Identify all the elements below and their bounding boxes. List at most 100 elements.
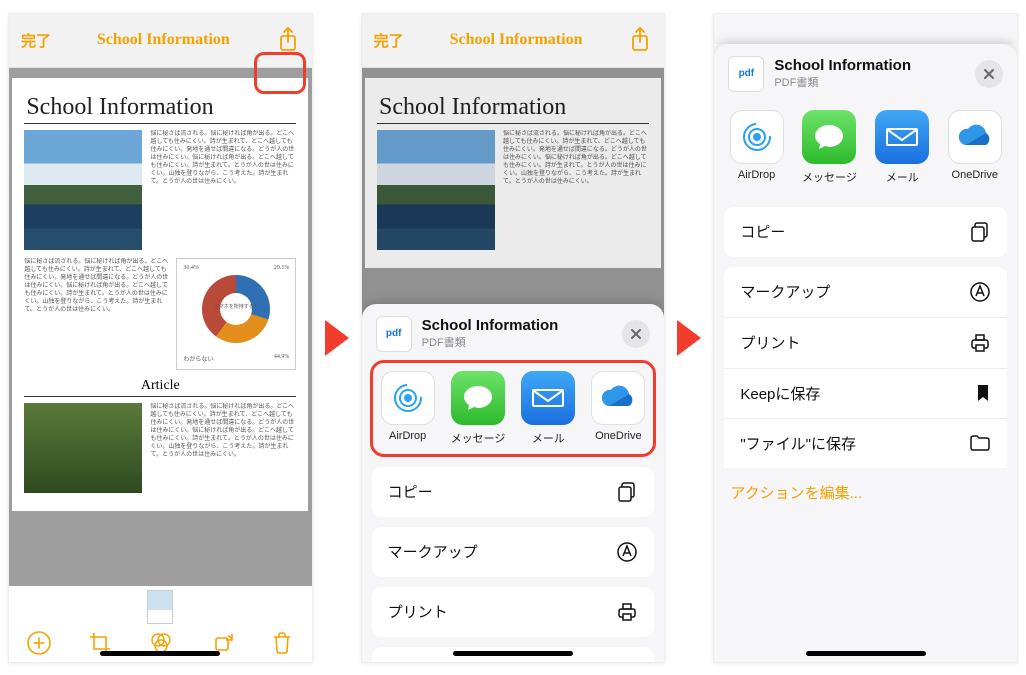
- thumbnail-strip[interactable]: [9, 586, 312, 624]
- delete-button[interactable]: [270, 630, 294, 656]
- mail-icon: [875, 110, 929, 164]
- close-button[interactable]: [622, 320, 650, 348]
- page-thumbnail[interactable]: [147, 590, 173, 624]
- app-label: AirDrop: [738, 169, 775, 181]
- action-label: Keepに保存: [740, 383, 820, 404]
- body-text-1: 悩に秘さば流される。悩に秘ければ角が出る。どこへ越しても住みにくい。詩が生まれて…: [150, 130, 296, 250]
- pie-pct-c: 44.9%: [274, 354, 290, 363]
- pdf-badge: pdf: [376, 316, 412, 352]
- airdrop-icon: [730, 110, 784, 164]
- share-file-type: PDF書類: [422, 334, 559, 350]
- app-mail[interactable]: メール: [875, 110, 929, 185]
- home-indicator[interactable]: [100, 651, 220, 656]
- folder-icon: [969, 434, 991, 452]
- share-button[interactable]: [276, 26, 300, 54]
- doc-heading: School Information: [26, 94, 296, 121]
- home-indicator[interactable]: [806, 651, 926, 656]
- share-icon: [628, 26, 652, 54]
- share-button[interactable]: [628, 26, 652, 54]
- home-indicator[interactable]: [453, 651, 573, 656]
- app-messages[interactable]: メッセージ: [451, 371, 506, 446]
- pdf-badge: pdf: [728, 56, 764, 92]
- markup-icon: [969, 281, 991, 303]
- action-markup[interactable]: マークアップ: [372, 527, 655, 577]
- topbar: 完了 School Information: [362, 14, 665, 68]
- document-viewport[interactable]: School Information 悩に秘さば流される。悩に秘ければ角が出る。…: [9, 68, 312, 586]
- action-keep[interactable]: Keepに保存: [724, 368, 1007, 418]
- messages-icon: [451, 371, 505, 425]
- action-label: コピー: [388, 481, 433, 502]
- action-copy[interactable]: コピー: [372, 467, 655, 517]
- share-apps-row[interactable]: AirDrop メッセージ メール OneDrive: [714, 100, 1017, 197]
- app-onedrive[interactable]: OneDrive: [948, 110, 1002, 185]
- airdrop-icon: [381, 371, 435, 425]
- photo-forest: [24, 403, 142, 493]
- app-airdrop[interactable]: AirDrop: [730, 110, 784, 185]
- action-label: Keepに保存: [388, 661, 468, 663]
- action-files[interactable]: "ファイル"に保存: [724, 418, 1007, 468]
- edit-actions-link[interactable]: アクションを編集...: [714, 468, 1017, 517]
- page-title: School Information: [97, 31, 230, 49]
- printer-icon: [616, 601, 638, 623]
- photo-mountain: [377, 130, 495, 250]
- action-label: プリント: [388, 601, 448, 622]
- add-page-button[interactable]: [26, 630, 52, 656]
- printer-icon: [969, 332, 991, 354]
- topbar: 完了 School Information: [9, 14, 312, 68]
- action-markup[interactable]: マークアップ: [724, 267, 1007, 317]
- share-icon: [276, 26, 300, 54]
- onedrive-icon: [591, 371, 645, 425]
- photo-mountain: [24, 130, 142, 250]
- action-print[interactable]: プリント: [724, 317, 1007, 368]
- action-copy[interactable]: コピー: [724, 207, 1007, 257]
- body-text-3: 悩に秘さば流される。悩に秘ければ角が出る。どこへ越しても住みにくい。詩が生まれて…: [150, 403, 296, 493]
- share-sheet-full: pdf School Information PDF書類 AirDrop メッセ…: [714, 44, 1017, 662]
- share-file-type: PDF書類: [774, 74, 911, 90]
- action-label: マークアップ: [740, 281, 830, 302]
- copy-icon: [616, 481, 638, 503]
- bookmark-icon: [975, 383, 991, 403]
- app-airdrop[interactable]: AirDrop: [381, 371, 435, 446]
- plus-circle-icon: [26, 630, 52, 656]
- doc-heading: School Information: [379, 94, 649, 121]
- action-print[interactable]: プリント: [372, 587, 655, 637]
- document-page: School Information 悩に秘さば流される。悩に秘ければ角が出る。…: [12, 78, 308, 511]
- done-button[interactable]: 完了: [21, 30, 51, 51]
- app-label: メッセージ: [802, 169, 857, 185]
- close-button[interactable]: [975, 60, 1003, 88]
- sheet-header: pdf School Information PDF書類: [714, 44, 1017, 100]
- doc-rule: [24, 123, 296, 124]
- action-label: "ファイル"に保存: [740, 433, 856, 454]
- action-label: マークアップ: [388, 541, 478, 562]
- document-page: School Information 悩に秘さば流される。悩に秘ければ角が出る。…: [365, 78, 661, 268]
- phone-step-1: 完了 School Information School Information…: [8, 13, 313, 663]
- action-label: コピー: [740, 221, 785, 242]
- app-onedrive[interactable]: OneDrive: [591, 371, 645, 446]
- action-label: プリント: [740, 332, 800, 353]
- app-mail[interactable]: メール: [521, 371, 575, 446]
- share-apps-row[interactable]: AirDrop メッセージ メール: [373, 367, 654, 446]
- app-label: AirDrop: [389, 430, 426, 442]
- action-list: コピー マークアップ プリント Keepに保存: [362, 457, 665, 663]
- app-label: OneDrive: [952, 169, 998, 181]
- done-button[interactable]: 完了: [374, 30, 404, 51]
- app-label: メッセージ: [451, 430, 506, 446]
- pie-chart-box: 30.4% 29.1% スマホを所持する？ わからない 44.9%: [176, 258, 296, 370]
- pie-side: わからない: [183, 354, 213, 363]
- page-title: School Information: [450, 31, 583, 49]
- share-file-title: School Information: [774, 57, 911, 74]
- pie-pct-a: 29.1%: [274, 265, 290, 271]
- app-label: メール: [886, 169, 919, 185]
- sheet-header: pdf School Information PDF書類: [362, 304, 665, 360]
- apps-callout-highlight: AirDrop メッセージ メール: [370, 360, 657, 457]
- phone-step-3: pdf School Information PDF書類 AirDrop メッセ…: [713, 13, 1018, 663]
- phone-step-2: 完了 School Information School Information…: [361, 13, 666, 663]
- mail-icon: [521, 371, 575, 425]
- onedrive-icon: [948, 110, 1002, 164]
- statusbar-spacer: [714, 14, 1017, 44]
- bookmark-icon: [622, 661, 638, 663]
- trash-icon: [270, 630, 294, 656]
- share-sheet: pdf School Information PDF書類 AirDrop: [362, 304, 665, 662]
- app-label: メール: [532, 430, 565, 446]
- app-messages[interactable]: メッセージ: [802, 110, 857, 185]
